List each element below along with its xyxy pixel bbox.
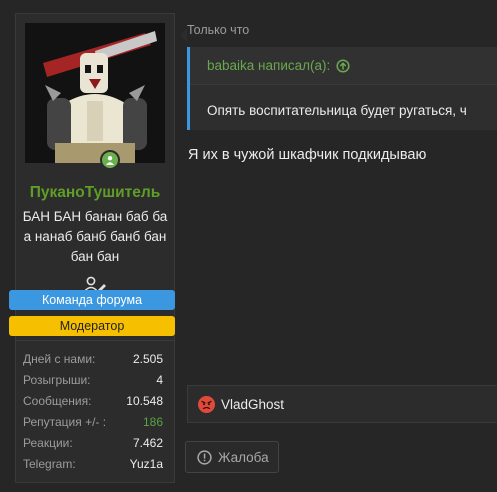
stat-messages: Сообщения: 10.548 [23, 391, 163, 412]
quote-text: Опять воспитательница будет ругаться, ч [207, 103, 467, 118]
stat-value: 7.462 [132, 436, 163, 450]
stat-value: 186 [142, 415, 163, 429]
quote-header[interactable]: babaika написал(а): [190, 47, 497, 85]
quote-block: babaika написал(а): Опять воспитательниц… [187, 47, 497, 130]
user-card: ПуканоТушитель БАН БАН банан баб ба а на… [9, 13, 175, 483]
stat-value: Yuz1a [129, 457, 163, 471]
avatar-image [25, 23, 165, 163]
angry-emoji-icon [198, 395, 215, 413]
reactions-bar[interactable]: VladGhost [187, 385, 497, 423]
stat-telegram: Telegram: Yuz1a [23, 454, 163, 475]
report-button[interactable]: Жалоба [185, 441, 279, 473]
reaction-user[interactable]: VladGhost [221, 397, 284, 412]
username[interactable]: ПуканоТушитель [16, 184, 174, 202]
post-body: Я их в чужой шкафчик подкидываю [188, 147, 427, 163]
stat-reactions: Реакции: 7.462 [23, 433, 163, 454]
arrow-up-circle-icon[interactable] [336, 58, 350, 73]
stat-value: 4 [156, 373, 163, 387]
quote-author[interactable]: babaika написал(а): [207, 58, 330, 73]
stat-reputation: Репутация +/- : 186 [23, 412, 163, 433]
stat-label: Telegram: [23, 457, 76, 471]
forum-team-banner: Команда форума [9, 290, 175, 310]
stat-label: Репутация +/- : [23, 415, 107, 429]
report-label: Жалоба [218, 449, 269, 465]
stat-days: Дней с нами: 2.505 [23, 349, 163, 370]
stat-label: Розыгрыши: [23, 373, 91, 387]
avatar[interactable] [25, 23, 165, 163]
stat-value[interactable]: 10.548 [126, 391, 163, 412]
divider [16, 340, 174, 341]
stat-value: 2.505 [132, 352, 163, 366]
online-status-icon [100, 150, 120, 170]
stat-label: Дней с нами: [23, 352, 96, 366]
user-title: БАН БАН банан баб ба а нанаб банб банб б… [22, 209, 168, 264]
stat-label: Реакции: [23, 436, 73, 450]
post-arrow [180, 28, 187, 42]
stat-giveaways: Розыгрыши: 4 [23, 370, 163, 391]
user-stats: Дней с нами: 2.505 Розыгрыши: 4 Сообщени… [23, 349, 163, 475]
post-time[interactable]: Только что [187, 23, 249, 37]
exclamation-circle-icon [197, 449, 212, 465]
stat-label: Сообщения: [23, 394, 92, 408]
moderator-banner: Модератор [9, 316, 175, 336]
